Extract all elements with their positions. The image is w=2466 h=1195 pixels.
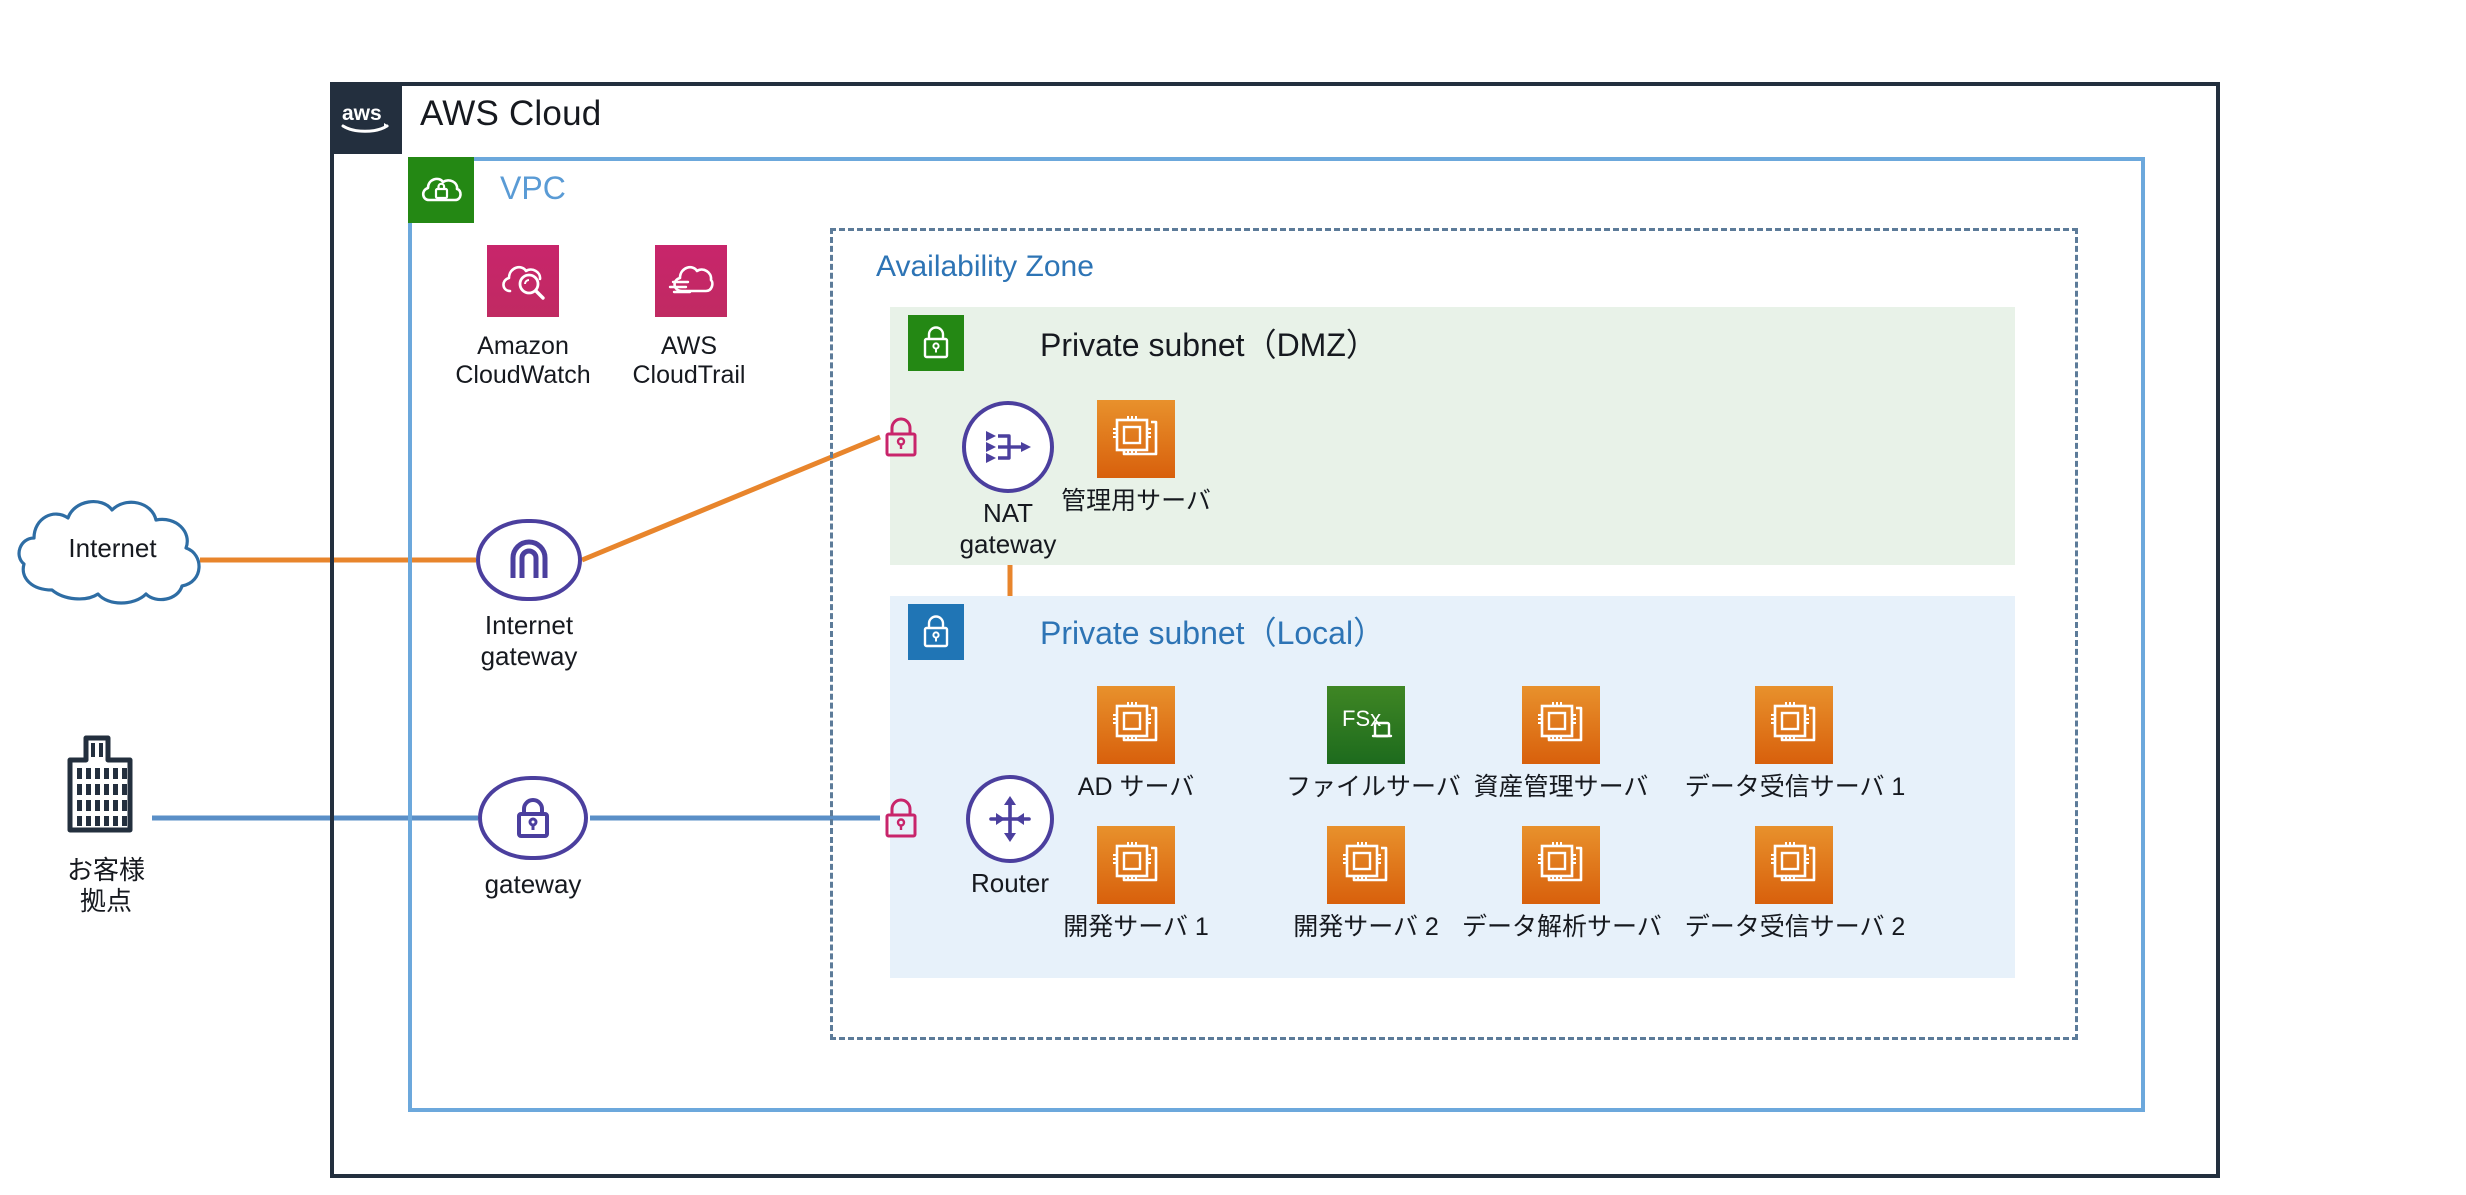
fsx-label-fileserver: ファイルサーバ bbox=[1286, 773, 1461, 801]
ec2-instance-label-ad: AD サーバ bbox=[1077, 773, 1195, 801]
ec2-instance-label-datarecv1: データ受信サーバ 1 bbox=[1684, 773, 1906, 801]
nat-gateway-label-line2: gateway bbox=[959, 528, 1057, 559]
svg-text:aws: aws bbox=[342, 102, 382, 125]
on-premises-label-line1: お客様 bbox=[66, 855, 145, 885]
amazon-cloudwatch-label-line1: Amazon bbox=[477, 332, 569, 360]
ec2-instance-icon-datarecv1[interactable] bbox=[1755, 686, 1833, 764]
ec2-instance-label-datarecv2: データ受信サーバ 2 bbox=[1684, 913, 1906, 941]
subnet-lock-icon-dmz bbox=[908, 315, 964, 371]
router-label: Router bbox=[970, 868, 1050, 898]
private-subnet-dmz-title: Private subnet（DMZ） bbox=[1040, 327, 1378, 363]
on-premises-building-icon bbox=[67, 735, 133, 833]
amazon-cloudwatch-label-line2: CloudWatch bbox=[455, 361, 591, 389]
aws-cloudtrail-label-line1: AWS bbox=[660, 332, 718, 360]
ec2-instance-icon-analytics[interactable] bbox=[1522, 826, 1600, 904]
on-premises-label-line2: 拠点 bbox=[79, 885, 132, 916]
aws-cloudtrail-label: AWS CloudTrail bbox=[600, 332, 778, 390]
on-premises-label: お客様 拠点 bbox=[16, 855, 196, 916]
ec2-instance-icon-ad[interactable] bbox=[1097, 686, 1175, 764]
availability-zone-title: Availability Zone bbox=[876, 250, 1094, 283]
nat-gateway-icon[interactable] bbox=[962, 401, 1054, 493]
amazon-cloudwatch-label: Amazon CloudWatch bbox=[427, 332, 619, 390]
ec2-instance-icon-datarecv2[interactable] bbox=[1755, 826, 1833, 904]
vpn-gateway-label: gateway bbox=[484, 869, 582, 899]
aws-cloudtrail-icon[interactable] bbox=[655, 245, 727, 317]
ec2-instance-icon-dev2[interactable] bbox=[1327, 826, 1405, 904]
ec2-instance-icon-management[interactable] bbox=[1097, 400, 1175, 478]
internet-label: Internet bbox=[68, 533, 157, 563]
aws-cloud-title: AWS Cloud bbox=[420, 94, 602, 133]
internet-gateway-label-line2: gateway bbox=[480, 640, 578, 671]
internet-gateway-icon[interactable] bbox=[476, 519, 582, 601]
vpc-title: VPC bbox=[500, 170, 566, 206]
ec2-instance-label-dev2: 開発サーバ 2 bbox=[1293, 913, 1439, 941]
internet-gateway-label: Internet gateway bbox=[429, 610, 629, 671]
ec2-instance-label-asset: 資産管理サーバ bbox=[1473, 773, 1649, 801]
amazon-cloudwatch-icon[interactable] bbox=[487, 245, 559, 317]
fsx-icon-fileserver[interactable]: FSx bbox=[1327, 686, 1405, 764]
aws-cloudtrail-label-line2: CloudTrail bbox=[632, 361, 746, 389]
ec2-instance-label-management: 管理用サーバ bbox=[1061, 487, 1211, 515]
internet-gateway-label-line1: Internet bbox=[484, 610, 574, 640]
ec2-instance-icon-asset[interactable] bbox=[1522, 686, 1600, 764]
router-security-lock-icon bbox=[885, 798, 917, 838]
ec2-instance-icon-dev1[interactable] bbox=[1097, 826, 1175, 904]
vpn-gateway-lock-icon[interactable] bbox=[478, 776, 588, 860]
ec2-instance-label-dev1: 開発サーバ 1 bbox=[1063, 913, 1209, 941]
vpc-icon bbox=[408, 157, 474, 223]
aws-logo-icon: aws bbox=[330, 82, 402, 154]
ec2-instance-label-analytics: データ解析サーバ bbox=[1462, 913, 1662, 941]
router-icon[interactable] bbox=[966, 775, 1054, 863]
private-subnet-local-title: Private subnet（Local） bbox=[1040, 615, 1386, 651]
nat-gateway-security-lock-icon bbox=[885, 417, 917, 457]
subnet-lock-icon-local bbox=[908, 604, 964, 660]
